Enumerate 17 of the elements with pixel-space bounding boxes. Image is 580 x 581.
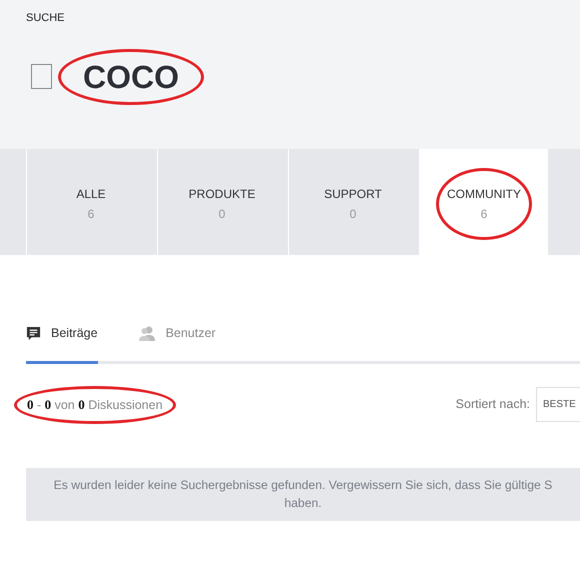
- image-placeholder: [31, 64, 52, 90]
- tab-count: 0: [218, 206, 226, 223]
- search-label: SUCHE: [26, 11, 66, 26]
- sort-label: Sortiert nach:: [456, 396, 530, 414]
- content-tab[interactable]: Benutzer: [138, 320, 216, 364]
- tab-count: 6: [480, 206, 488, 223]
- tab-count: 0: [350, 206, 356, 223]
- message-text: haben.: [283, 495, 323, 512]
- category-tab[interactable]: COMMUNITY 6: [419, 149, 548, 255]
- sort-dropdown[interactable]: BESTE: [536, 387, 580, 422]
- tab-count: 6: [88, 206, 94, 223]
- search-query: COCO: [58, 48, 204, 105]
- content-tab[interactable]: Beiträge: [26, 320, 98, 364]
- message-text: Es wurden leider keine Suchergebnisse gefunden. Vergewissern Sie sich, dass Sie gültige S: [52, 476, 554, 494]
- result-count: 0 - 0 von 0 Diskussionen: [14, 386, 176, 424]
- users-icon: [138, 326, 156, 341]
- chat-icon: [26, 326, 41, 341]
